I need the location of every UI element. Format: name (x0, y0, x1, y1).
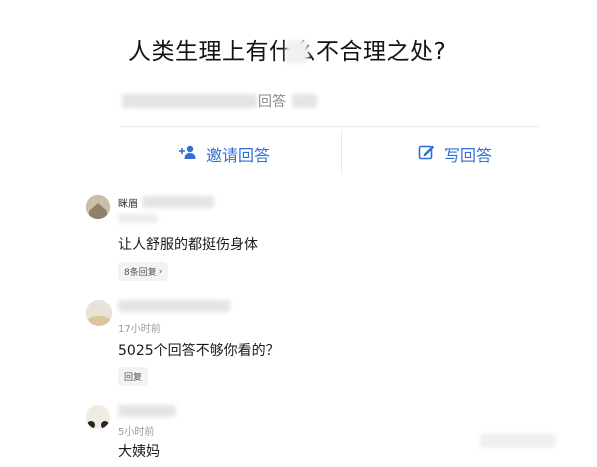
edit-icon (418, 144, 436, 164)
action-divider (341, 130, 342, 174)
comment-time: 17小时前 (118, 324, 161, 335)
replies-label: 8条回复 (124, 268, 157, 278)
avatar[interactable] (86, 300, 112, 326)
comment-time: 5小时前 (118, 427, 155, 438)
write-answer-label: 写回答 (444, 146, 493, 165)
redacted-meta-tail (292, 94, 317, 108)
redacted-username (118, 300, 230, 312)
comment-username[interactable]: 眯眉 (118, 195, 138, 210)
avatar[interactable] (86, 405, 110, 429)
redacted-title-fragment (286, 40, 308, 64)
reply-label: 回复 (124, 373, 143, 383)
redacted-watermark (480, 434, 556, 448)
invite-answer-button[interactable]: 邀请回答 (178, 142, 270, 166)
write-answer-button[interactable]: 写回答 (418, 142, 492, 166)
chevron-right-icon: › (158, 266, 163, 277)
answers-count-label: 回答 (258, 94, 286, 110)
replies-button[interactable]: 8条回复 › (118, 262, 169, 281)
add-person-icon (178, 144, 198, 164)
comment-text: 5025个回答不够你看的？ (118, 343, 280, 359)
comment-text: 让人舒服的都挺伤身体 (118, 237, 258, 253)
redacted-username (118, 405, 176, 417)
invite-answer-label: 邀请回答 (206, 146, 271, 165)
avatar[interactable] (86, 195, 110, 219)
redacted-username (142, 196, 214, 208)
comment-text: 大姨妈 (118, 444, 160, 460)
redacted-time (118, 214, 158, 223)
reply-button[interactable]: 回复 (118, 367, 149, 386)
header-divider (120, 126, 540, 127)
redacted-meta (122, 94, 257, 108)
